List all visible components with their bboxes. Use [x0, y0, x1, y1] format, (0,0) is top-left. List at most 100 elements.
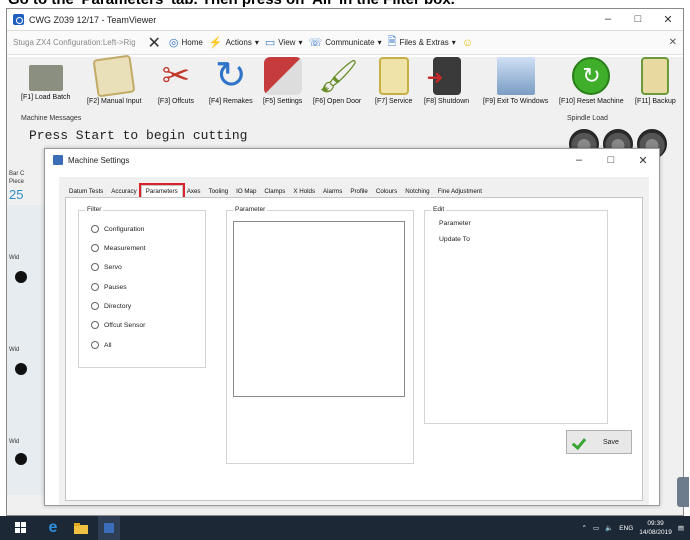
parameter-listbox[interactable]	[233, 221, 405, 397]
dialog-title: Machine Settings	[68, 155, 130, 165]
service-button[interactable]: [F7] Service	[375, 57, 412, 105]
spindle-load-label: Spindle Load	[567, 115, 608, 122]
reset-machine-button[interactable]: ↻ [F10] Reset Machine	[559, 57, 624, 105]
tab-parameters[interactable]: Parameters	[138, 183, 185, 199]
open-door-button[interactable]: 🖌 [F6] Open Door	[313, 57, 361, 105]
machine-settings-dialog: Machine Settings – □ ✕ Datum Tests Accur…	[44, 148, 660, 506]
filter-option-offcut-sensor[interactable]: Offcut Sensor	[91, 321, 145, 329]
filter-option-measurement[interactable]: Measurement	[91, 244, 146, 252]
filter-option-pauses[interactable]: Pauses	[91, 283, 127, 291]
volume-icon[interactable]: 🔈	[605, 524, 613, 532]
filter-option-configuration[interactable]: Configuration	[91, 225, 144, 233]
radio-button[interactable]	[91, 283, 99, 291]
station-indicator-icon	[15, 271, 27, 283]
width-label: Wid	[9, 347, 20, 353]
settings-button[interactable]: [F5] Settings	[263, 57, 302, 105]
tab-fine-adjustment[interactable]: Fine Adjustment	[434, 186, 486, 197]
radio-button[interactable]	[91, 321, 99, 329]
minimize-button[interactable]: –	[593, 13, 623, 26]
load-batch-button[interactable]: [F1] Load Batch	[21, 57, 70, 101]
tab-axes[interactable]: Axes	[183, 186, 205, 197]
parameter-group: Parameter	[226, 206, 414, 464]
files-extras-menu[interactable]: 🗎 Files & Extras ▾	[388, 33, 456, 52]
tab-notching[interactable]: Notching	[401, 186, 433, 197]
tab-profile[interactable]: Profile	[346, 186, 372, 197]
filter-option-directory[interactable]: Directory	[91, 302, 131, 310]
view-menu[interactable]: ▭ View ▾	[265, 36, 303, 49]
exit-to-windows-button[interactable]: [F9] Exit To Windows	[483, 57, 548, 105]
file-explorer-icon[interactable]	[70, 516, 92, 540]
shutdown-button[interactable]: ➜ [F8] Shutdown	[424, 57, 469, 105]
tab-colours[interactable]: Colours	[372, 186, 401, 197]
bar-label: Bar C	[9, 171, 25, 177]
start-button[interactable]	[10, 516, 32, 540]
reset-icon: ↻	[572, 57, 611, 95]
backup-button[interactable]: [F11] Backup	[635, 57, 676, 105]
width-label: Wid	[9, 439, 20, 445]
filter-option-servo[interactable]: Servo	[91, 263, 122, 271]
dialog-titlebar: Machine Settings – □ ✕	[45, 149, 659, 171]
tab-io-map[interactable]: IO Map	[232, 186, 260, 197]
save-button[interactable]: Save	[566, 430, 632, 454]
tab-tooling[interactable]: Tooling	[204, 186, 232, 197]
radio-button[interactable]	[91, 341, 99, 349]
brush-icon: 🖌	[318, 58, 359, 94]
radio-button[interactable]	[91, 225, 99, 233]
chevron-up-icon[interactable]: ⌃	[582, 524, 587, 532]
tab-datum-tests[interactable]: Datum Tests	[65, 186, 107, 197]
communicate-menu[interactable]: ☏ Communicate ▾	[308, 36, 381, 49]
side-scroll-tab[interactable]	[677, 477, 689, 507]
tab-accuracy[interactable]: Accuracy	[107, 186, 140, 197]
close-toolbar-button[interactable]: ✕	[669, 37, 677, 48]
home-icon: ◎	[168, 37, 179, 49]
windows-icon	[496, 57, 535, 95]
radio-button[interactable]	[91, 263, 99, 271]
language-indicator[interactable]: ENG	[619, 525, 633, 532]
function-bar: [F1] Load Batch [F2] Manual Input ✂ [F3]…	[7, 54, 683, 115]
filter-title: Filter	[85, 206, 104, 213]
home-button[interactable]: ◎ Home	[169, 36, 203, 49]
manual-input-button[interactable]: [F2] Manual Input	[87, 54, 141, 105]
edit-update-label: Update To	[439, 236, 470, 243]
network-icon[interactable]: ▭	[593, 524, 599, 532]
machine-messages-title: Machine Messages	[21, 115, 82, 122]
close-button[interactable]: ✕	[653, 13, 683, 26]
edit-parameter-label: Parameter	[439, 220, 471, 227]
tab-x-holds[interactable]: X Holds	[289, 186, 319, 197]
actions-menu[interactable]: ⚡ Actions ▾	[209, 36, 259, 49]
instruction-caption: Go to the 'Parameters' tab. Then press o…	[8, 0, 455, 8]
feedback-smiley-icon[interactable]: ☺	[462, 37, 473, 49]
system-tray: ⌃ ▭ 🔈 ENG 09:39 14/08/2019 ▤	[582, 519, 690, 537]
machine-message-text: Press Start to begin cutting	[29, 128, 248, 143]
radio-button[interactable]	[91, 244, 99, 252]
offcuts-button[interactable]: ✂ [F3] Offcuts	[157, 57, 195, 105]
width-label: Wid	[9, 255, 20, 261]
close-session-icon[interactable]: ✕	[148, 33, 161, 53]
tools-icon	[263, 57, 302, 95]
tab-alarms[interactable]: Alarms	[319, 186, 346, 197]
settings-app-icon	[53, 155, 63, 165]
dialog-minimize-button[interactable]: –	[563, 154, 595, 167]
settings-tabs: Datum Tests Accuracy Parameters Axes Too…	[65, 183, 486, 199]
piece-label: Piece	[9, 179, 25, 185]
dialog-maximize-button[interactable]: □	[595, 154, 627, 167]
maximize-button[interactable]: □	[623, 13, 653, 26]
session-label[interactable]: Stuga ZX4 Configuration:Left->Rig	[13, 38, 136, 47]
parameter-title: Parameter	[233, 206, 268, 213]
edge-browser-icon[interactable]: e	[42, 516, 64, 540]
filter-group: Filter Configuration Measurement Servo P…	[78, 206, 206, 368]
teamviewer-taskbar-icon[interactable]	[98, 516, 120, 540]
checkmark-icon	[573, 436, 587, 448]
dialog-close-button[interactable]: ✕	[627, 154, 659, 167]
tab-clamps[interactable]: Clamps	[260, 186, 289, 197]
edit-title: Edit	[431, 206, 447, 213]
notifications-icon[interactable]: ▤	[678, 524, 684, 532]
clock[interactable]: 09:39 14/08/2019	[639, 519, 672, 537]
remakes-button[interactable]: ↻ [F4] Remakes	[209, 57, 253, 105]
parameters-tab-content: Filter Configuration Measurement Servo P…	[65, 197, 643, 501]
side-station-panel: Wid Wid Wid	[7, 205, 47, 495]
files-icon: 🗎	[387, 36, 397, 48]
backup-icon	[641, 57, 670, 95]
filter-option-all[interactable]: All	[91, 341, 112, 349]
radio-button[interactable]	[91, 302, 99, 310]
